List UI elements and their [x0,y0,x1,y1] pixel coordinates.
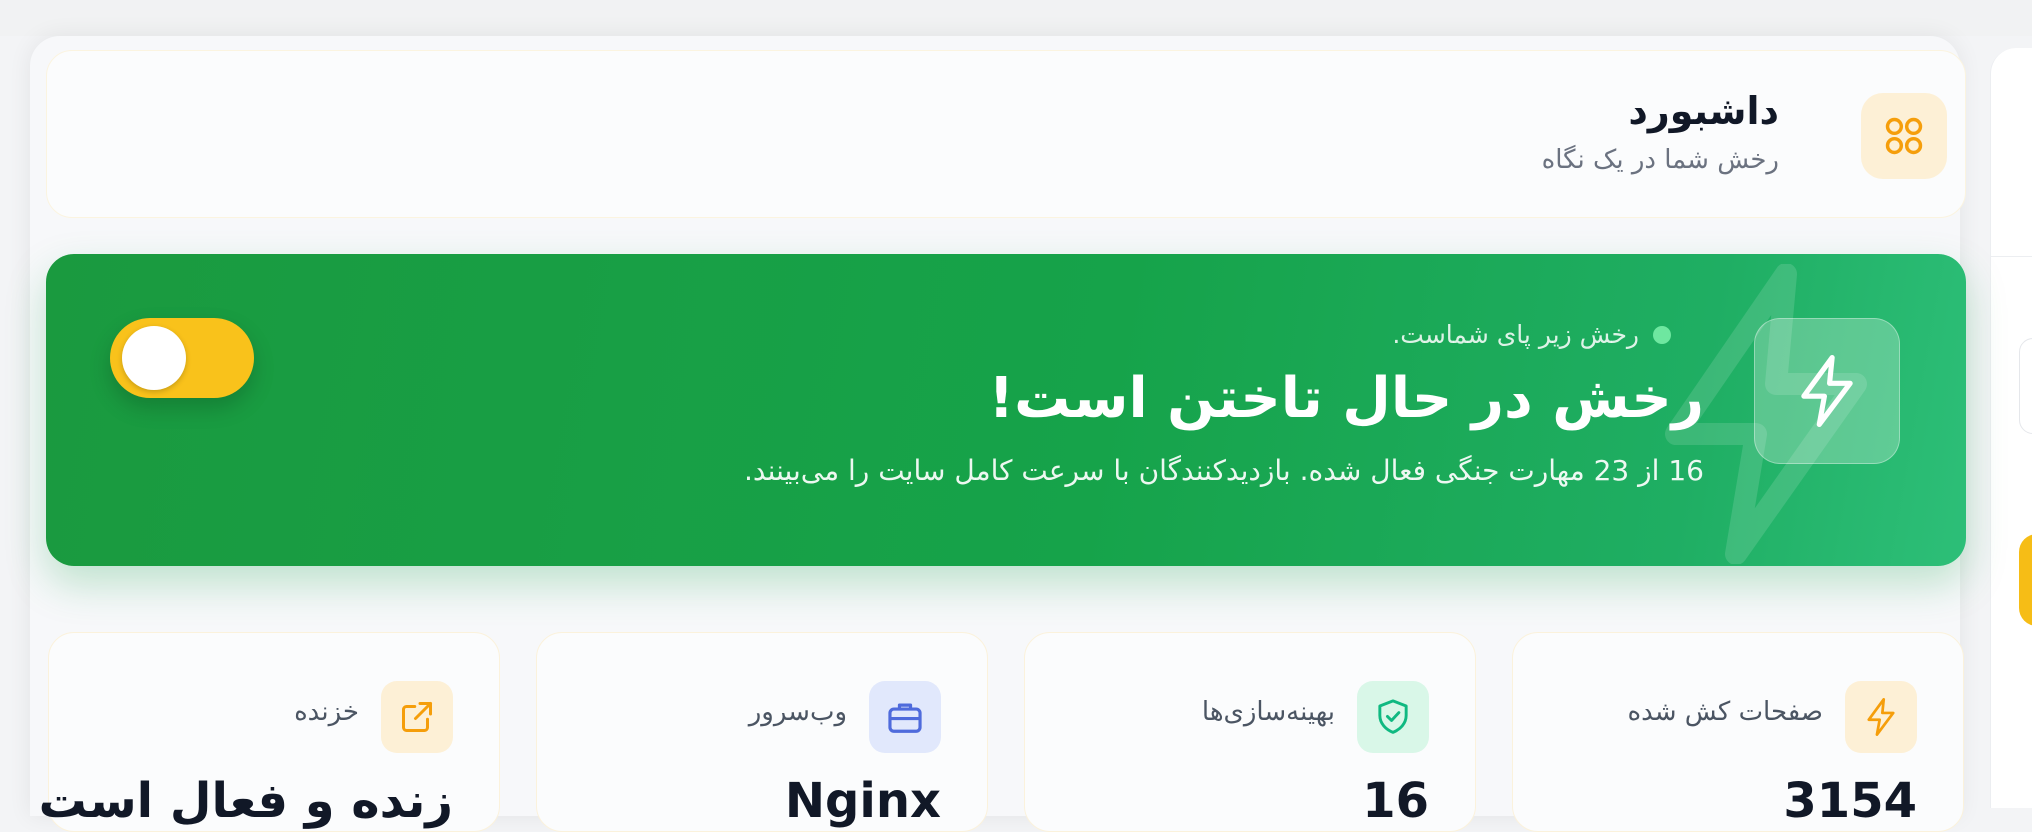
stat-value: زنده و فعال است [38,773,453,829]
shield-check-icon [1357,681,1429,753]
stat-label: خزنده [294,697,359,727]
stat-card-webserver: وب‌سرور Nginx [536,632,988,832]
stat-value: 16 [1362,773,1429,829]
stat-card-cached-pages: صفحات کش شده 3154 [1512,632,1964,832]
stat-label: صفحات کش شده [1627,697,1823,727]
status-dot [1653,325,1671,344]
stat-card-optimizations: بهینه‌سازی‌ها 16 [1024,632,1476,832]
external-link-icon [381,681,453,753]
toggle-knob[interactable] [122,326,186,390]
status-text: رخش زیر پای شماست. [1392,320,1639,349]
lightning-icon [1754,318,1900,464]
stat-value: 3154 [1783,773,1917,829]
status-banner: رخش زیر پای شماست. رخش در حال تاختن است!… [46,254,1966,566]
dashboard-header: داشبورد رخش شما در یک نگاه [46,50,1966,218]
stat-label: بهینه‌سازی‌ها [1201,697,1335,727]
apps-grid-icon [1861,93,1947,179]
stat-card-crawler: خزنده زنده و فعال است [39,632,500,832]
briefcase-icon [869,681,941,753]
status-line: رخش زیر پای شماست. [1392,320,1671,349]
stat-value: Nginx [784,773,941,829]
status-toggle[interactable] [110,318,254,398]
lightning-icon [1845,681,1917,753]
page-subtitle: رخش شما در یک نگاه [1541,145,1779,175]
page-title: داشبورد [1628,89,1779,133]
side-panel-divider [1991,256,2032,257]
banner-description: 16 از 23 مهارت جنگی فعال شده. بازدیدکنند… [744,454,1704,487]
top-strip [0,0,2032,36]
side-panel [1990,48,2032,808]
stat-label: وب‌سرور [748,697,847,727]
side-panel-input[interactable] [2019,338,2032,434]
banner-title: رخش در حال تاختن است! [988,366,1704,431]
side-panel-button[interactable] [2019,534,2032,626]
